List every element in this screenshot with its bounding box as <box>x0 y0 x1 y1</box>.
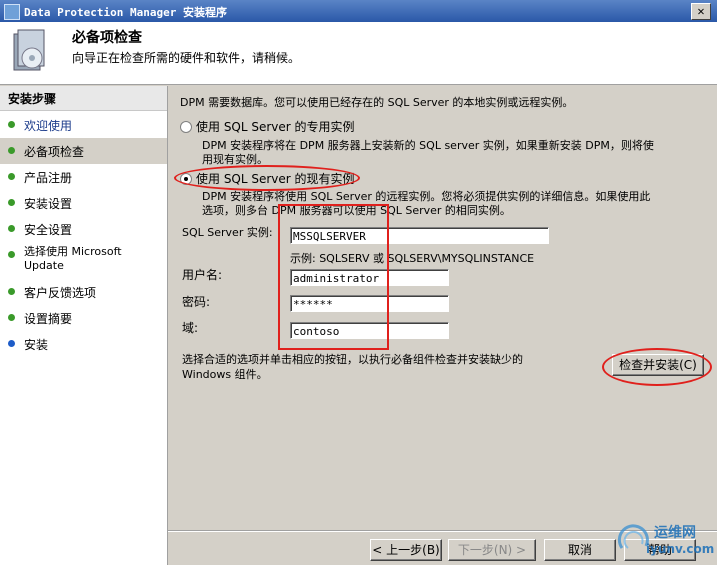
app-icon <box>4 4 20 20</box>
step-microsoft-update: 选择使用 Microsoft Update <box>0 242 167 278</box>
annotation-box-fields <box>278 204 389 350</box>
option-dedicated-label[interactable]: 使用 SQL Server 的专用实例 <box>196 118 355 135</box>
wizard-header: 必备项检查 向导正在检查所需的硬件和软件，请稍候。 <box>0 22 717 85</box>
intro-text: DPM 需要数据库。您可以使用已经存在的 SQL Server 的本地实例或远程… <box>180 96 574 109</box>
cancel-button[interactable]: 取消 <box>544 539 616 561</box>
back-button[interactable]: < 上一步(B) <box>370 539 442 561</box>
watermark-logo: 运维网 iyunv.com <box>612 516 717 565</box>
password-label: 密码: <box>182 295 211 309</box>
step-pending-icon <box>8 225 15 232</box>
step-done-icon <box>8 121 15 128</box>
radio-dedicated-instance[interactable] <box>180 121 192 133</box>
close-icon: ✕ <box>697 4 705 18</box>
username-label: 用户名: <box>182 268 223 282</box>
next-button[interactable]: 下一步(N) > <box>448 539 536 561</box>
page-title: 必备项检查 <box>72 30 142 46</box>
step-registration: 产品注册 <box>0 164 167 190</box>
page-subtitle: 向导正在检查所需的硬件和软件，请稍候。 <box>72 51 301 65</box>
annotation-oval-existing <box>174 165 360 191</box>
step-pending-icon <box>8 199 15 206</box>
instance-label: SQL Server 实例: <box>182 226 273 239</box>
installer-box-icon <box>13 29 45 71</box>
steps-sidebar: 安装步骤 欢迎使用 必备项检查 产品注册 安装设置 安全设置 选择使用 Micr… <box>0 86 168 565</box>
hint-text-2: Windows 组件。 <box>182 368 268 381</box>
step-install-settings: 安装设置 <box>0 190 167 216</box>
steps-heading: 安装步骤 <box>0 86 167 111</box>
window-title-bar[interactable]: Data Protection Manager 安装程序 ✕ <box>0 0 717 22</box>
step-current-icon <box>8 147 15 154</box>
step-pending-icon <box>8 340 15 347</box>
step-prerequisites: 必备项检查 <box>0 138 167 164</box>
step-security-settings: 安全设置 <box>0 216 167 242</box>
window-title: Data Protection Manager 安装程序 <box>24 6 227 19</box>
step-welcome: 欢迎使用 <box>0 112 167 138</box>
step-pending-icon <box>8 173 15 180</box>
step-pending-icon <box>8 288 15 295</box>
step-pending-icon <box>8 251 15 258</box>
watermark-url: iyunv.com <box>646 542 715 556</box>
option-dedicated-desc-1: DPM 安装程序将在 DPM 服务器上安装新的 SQL server 实例，如果… <box>202 139 654 152</box>
step-summary: 设置摘要 <box>0 305 167 331</box>
hint-text-1: 选择合适的选项并单击相应的按钮，以执行必备组件检查并安装缺少的 <box>182 353 523 366</box>
watermark-text: 运维网 <box>654 525 696 541</box>
domain-label: 域: <box>182 321 199 335</box>
main-content: DPM 需要数据库。您可以使用已经存在的 SQL Server 的本地实例或远程… <box>168 86 717 565</box>
step-pending-icon <box>8 314 15 321</box>
annotation-oval-check <box>602 348 712 386</box>
step-install: 安装 <box>0 331 167 357</box>
close-button[interactable]: ✕ <box>691 3 711 20</box>
step-feedback: 客户反馈选项 <box>0 279 167 305</box>
